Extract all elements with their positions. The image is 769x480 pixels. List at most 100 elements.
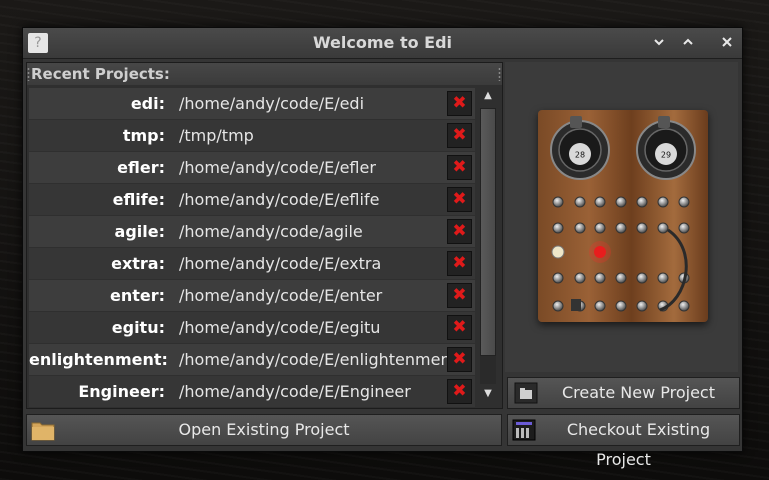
jack-socket [552,196,564,208]
jack-socket [615,196,627,208]
close-button[interactable] [718,34,736,52]
delete-x-icon: ✖ [452,285,467,305]
folder-icon [31,422,55,441]
jack-socket [636,300,648,312]
jack-socket [657,272,669,284]
maximize-button[interactable] [679,34,697,52]
project-name: Engineer: [78,382,165,401]
recent-project-row[interactable]: eflife: /home/andy/code/E/eflife ✖ [29,184,475,215]
delete-project-button[interactable]: ✖ [447,187,472,212]
project-path: /home/andy/code/E/Engineer [179,382,411,401]
grip-handle-right[interactable] [498,67,501,81]
chevron-down-icon [654,39,664,46]
open-existing-project-label: Open Existing Project [178,420,350,439]
delete-x-icon: ✖ [452,381,467,401]
jack-socket [678,300,690,312]
delete-project-button[interactable]: ✖ [447,379,472,404]
recent-project-row[interactable]: edi: /home/andy/code/E/edi ✖ [29,88,475,119]
server-icon [512,419,536,441]
project-board-illustration: 28 29 [538,110,708,322]
project-name: egitu: [111,318,165,337]
jack-socket [636,272,648,284]
delete-project-button[interactable]: ✖ [447,315,472,340]
create-new-project-button[interactable]: Create New Project [507,377,740,409]
recent-project-row[interactable]: enter: /home/andy/code/E/enter ✖ [29,280,475,311]
delete-x-icon: ✖ [452,125,467,145]
welcome-window: ? Welcome to Edi Recent Projects: edi: /h… [22,27,743,469]
project-path: /home/andy/code/agile [179,222,363,241]
delete-x-icon: ✖ [452,157,467,177]
jack-socket [615,300,627,312]
jack-socket [552,272,564,284]
jack-socket [678,222,690,234]
delete-x-icon: ✖ [452,317,467,337]
recent-project-row[interactable]: tmp: /tmp/tmp ✖ [29,120,475,151]
preview-panel: 28 29 [505,62,738,372]
scroll-thumb[interactable] [480,108,496,356]
scroll-down-arrow[interactable]: ▼ [478,386,498,402]
new-folder-icon [514,382,538,404]
project-name: tmp: [122,126,165,145]
recent-projects-title: Recent Projects: [31,65,170,83]
open-existing-project-button[interactable]: Open Existing Project [26,414,502,446]
delete-x-icon: ✖ [452,349,467,369]
dial-left-value: 28 [575,151,585,160]
dial-right-value: 29 [661,151,671,160]
jack-socket [657,196,669,208]
project-name: eflife: [112,190,165,209]
project-path: /home/andy/code/E/extra [179,254,382,273]
jack-socket [594,300,606,312]
delete-x-icon: ✖ [452,253,467,273]
recent-project-row[interactable]: agile: /home/andy/code/agile ✖ [29,216,475,247]
recent-project-row[interactable]: enlightenment: /home/andy/code/E/enlighte… [29,344,475,375]
jack-socket [574,196,586,208]
project-path: /home/andy/code/E/eflife [179,190,380,209]
delete-project-button[interactable]: ✖ [447,283,472,308]
recent-project-row[interactable]: extra: /home/andy/code/E/extra ✖ [29,248,475,279]
scroll-up-arrow[interactable]: ▲ [478,88,498,104]
recent-project-row[interactable]: egitu: /home/andy/code/E/egitu ✖ [29,312,475,343]
delete-project-button[interactable]: ✖ [447,251,472,276]
jack-socket [594,222,606,234]
jack-socket [574,272,586,284]
jack-socket [657,222,669,234]
project-path: /home/andy/code/E/enter [179,286,383,305]
recent-project-row[interactable]: Engineer: /home/andy/code/E/Engineer ✖ [29,376,475,407]
delete-x-icon: ✖ [452,93,467,113]
project-path: /home/andy/code/E/enlightenment [179,350,457,369]
recent-project-row[interactable]: efler: /home/andy/code/E/efler ✖ [29,152,475,183]
project-path: /home/andy/code/E/efler [179,158,376,177]
recent-projects-scrollbar[interactable]: ▲ ▼ [478,88,498,406]
title-bar[interactable]: ? Welcome to Edi [23,28,742,59]
jack-socket [615,222,627,234]
delete-project-button[interactable]: ✖ [447,155,472,180]
delete-project-button[interactable]: ✖ [447,347,472,372]
jack-socket [594,272,606,284]
recent-projects-list: edi:/home/andy/code/E/edi ✖ tmp:/tmp/tmp ✖ e… [29,88,475,408]
window-title: Welcome to Edi [312,33,453,52]
project-name: edi: [130,94,165,113]
project-name: agile: [114,222,165,241]
delete-project-button[interactable]: ✖ [447,123,472,148]
project-name: extra: [111,254,165,273]
create-new-project-label: Create New Project [562,383,715,402]
grip-handle-left[interactable] [27,67,30,81]
delete-project-button[interactable]: ✖ [447,91,472,116]
delete-x-icon: ✖ [452,221,467,241]
jack-socket [552,222,564,234]
recent-projects-panel: Recent Projects: edi: /home/andy/code/E/e… [26,62,503,409]
project-name: efler: [117,158,165,177]
minimize-button[interactable] [650,34,668,52]
close-icon [722,37,732,47]
project-path: /home/andy/code/E/edi [179,94,365,113]
project-path: /home/andy/code/E/egitu [179,318,381,337]
scroll-track[interactable] [480,108,496,384]
delete-project-button[interactable]: ✖ [447,219,472,244]
jack-socket [552,300,564,312]
jack-socket [636,222,648,234]
jack-socket [615,272,627,284]
checkout-existing-project-button[interactable]: Checkout Existing Project [507,414,740,469]
jack-socket [594,196,606,208]
checkout-existing-project-label: Checkout Existing Project [566,420,711,469]
project-name: enter: [109,286,165,305]
